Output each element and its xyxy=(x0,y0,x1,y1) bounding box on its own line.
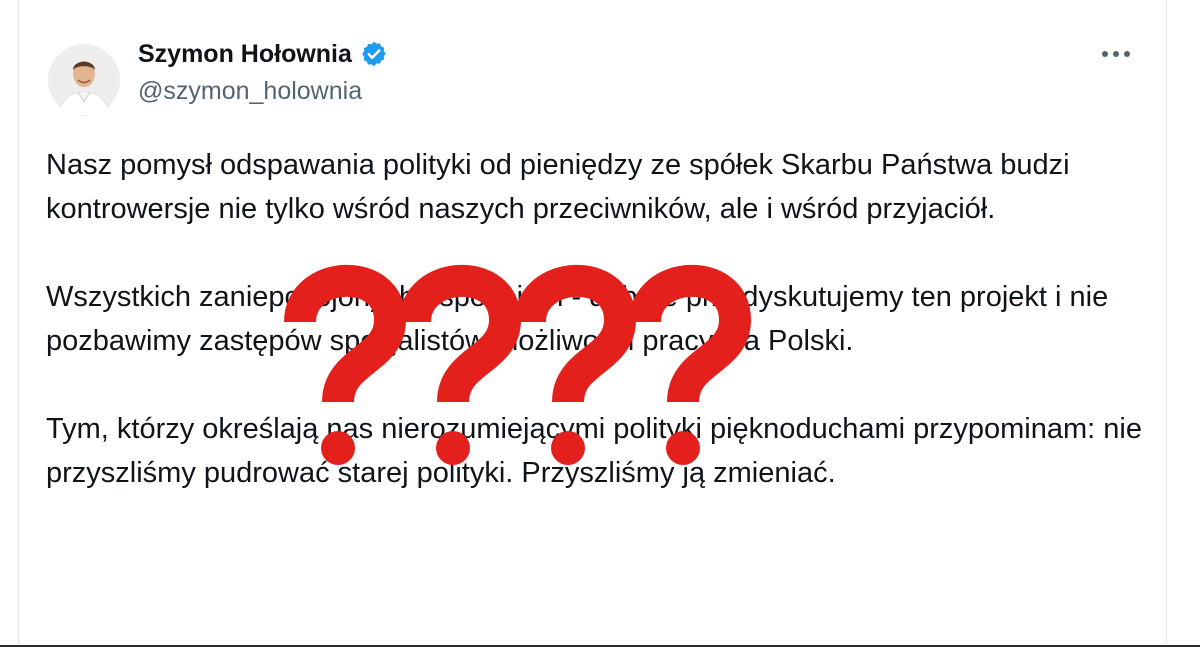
more-options-icon[interactable] xyxy=(1096,42,1136,66)
right-border xyxy=(1166,0,1167,647)
avatar-photo xyxy=(48,44,120,116)
verified-badge-icon xyxy=(360,40,388,68)
left-border xyxy=(18,0,19,647)
tweet-paragraph: Wszystkich zaniepokojonych uspokajam - d… xyxy=(46,281,1109,357)
author-handle[interactable]: @szymon_holownia xyxy=(138,77,362,106)
tweet-paragraph: Tym, którzy określają nas nierozumiejący… xyxy=(46,413,1142,489)
tweet-paragraph: Nasz pomysł odspawania polityki od pieni… xyxy=(46,149,1070,225)
tweet-text: Nasz pomysł odspawania polityki od pieni… xyxy=(46,143,1146,539)
avatar[interactable] xyxy=(48,44,120,116)
author-display-name[interactable]: Szymon Hołownia xyxy=(138,40,352,69)
author-name-row[interactable]: Szymon Hołownia xyxy=(138,36,388,72)
